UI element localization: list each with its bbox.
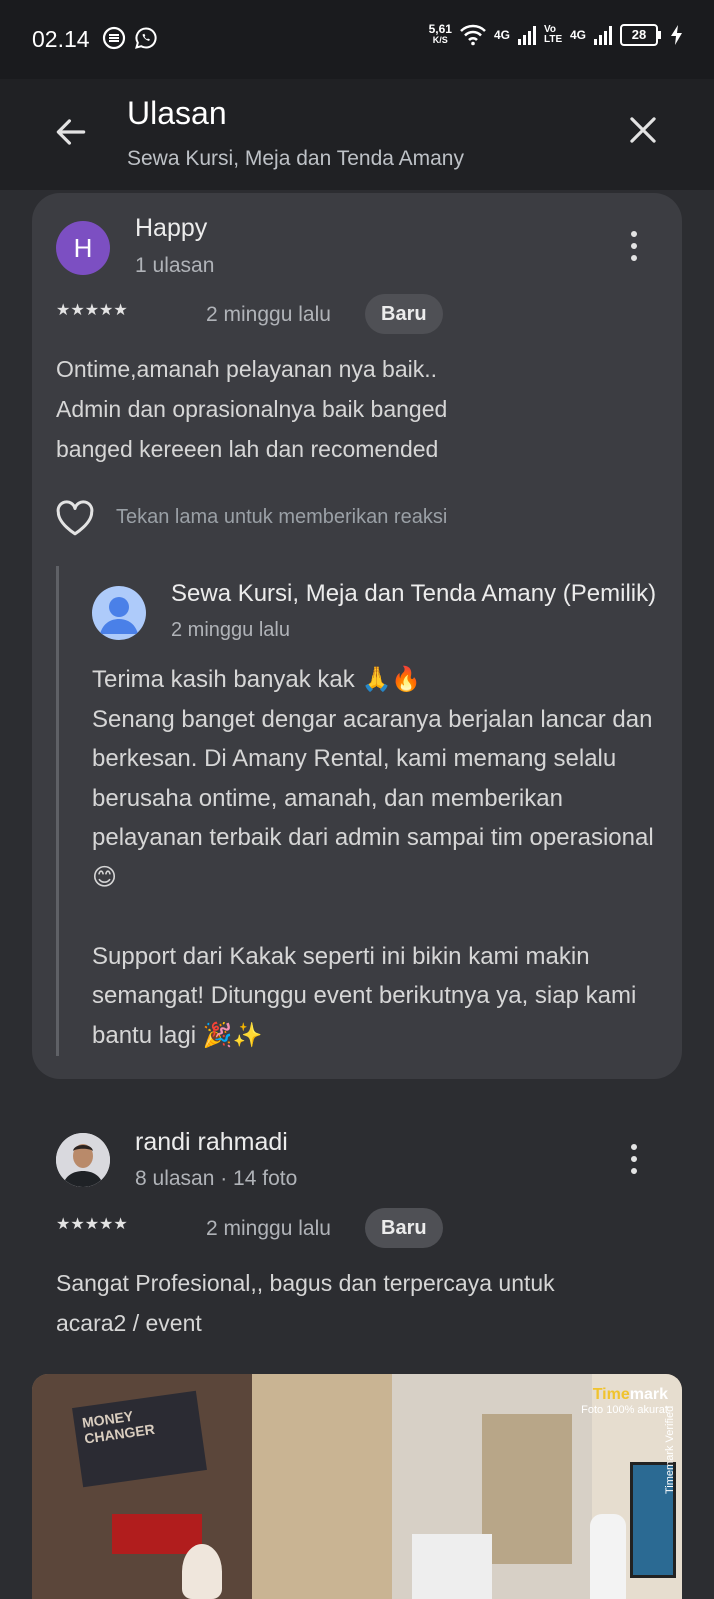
page-subtitle: Sewa Kursi, Meja dan Tenda Amany (127, 147, 464, 170)
charging-icon (671, 25, 682, 45)
status-icons: 5,61 K/S 4G Vo LTE 4G 28 (428, 22, 684, 46)
signal-2-label: 4G (569, 28, 586, 42)
signal-2-icon (594, 25, 612, 45)
photo-flowers (182, 1544, 222, 1599)
net-speed-unit: K/S (432, 35, 448, 45)
signal-1-icon (517, 25, 536, 45)
page-title: Ulasan (127, 95, 227, 131)
person-icon (100, 597, 138, 634)
more-options-icon[interactable] (629, 231, 639, 267)
star-rating: ★★★★★ (56, 302, 128, 319)
star-rating: ★★★★★ (56, 1216, 128, 1233)
review-author-meta: 1 ulasan (135, 254, 215, 277)
app-bar: Ulasan Sewa Kursi, Meja dan Tenda Amany (0, 79, 714, 190)
timemark-stamp: Timemark Foto 100% akurat (581, 1386, 668, 1416)
owner-avatar (92, 586, 146, 640)
review-author[interactable]: Happy (135, 214, 207, 243)
photo-decor-panel (482, 1414, 572, 1564)
back-arrow-icon[interactable] (52, 113, 90, 151)
photo-counter (412, 1534, 492, 1599)
heart-icon[interactable] (55, 499, 95, 537)
owner-reply-divider (56, 566, 59, 1056)
timemark-subtext: Foto 100% akurat (581, 1404, 668, 1416)
review-age: 2 minggu lalu (206, 1217, 331, 1240)
owner-reply-text: Terima kasih banyak kak 🙏🔥 Senang banget… (92, 666, 654, 1049)
new-badge: Baru (365, 294, 443, 334)
signal-1-label: 4G (493, 28, 510, 42)
whatsapp-icon (135, 27, 157, 49)
wifi-icon (460, 24, 486, 46)
review-text: Sangat Profesional,, bagus dan terpercay… (56, 1270, 555, 1336)
battery-icon: 28 (620, 24, 661, 46)
status-bar: 02.14 5,61 K/S 4G Vo LTE 4G 28 (0, 0, 714, 79)
photo-person (590, 1514, 626, 1599)
more-options-icon[interactable] (629, 1144, 639, 1180)
net-speed-value: 5,61 (428, 22, 452, 36)
clock: 02.14 (32, 26, 90, 52)
review-author-meta: 8 ulasan · 14 foto (135, 1167, 298, 1190)
avatar[interactable]: H (56, 221, 110, 275)
review-author[interactable]: randi rahmadi (135, 1128, 288, 1157)
profile-photo (56, 1133, 110, 1187)
timemark-brand-b: mark (629, 1386, 668, 1403)
reaction-hint[interactable]: Tekan lama untuk memberikan reaksi (116, 506, 447, 529)
timemark-verified: Timemark Verified (664, 1405, 676, 1494)
close-icon[interactable] (624, 111, 662, 149)
timemark-brand-a: Time (592, 1386, 630, 1403)
review-photo[interactable]: MONEY CHANGER Timemark Foto 100% akurat … (32, 1374, 682, 1599)
photo-wood-wall (252, 1374, 392, 1599)
review-text: Ontime,amanah pelayanan nya baik.. Admin… (56, 356, 448, 462)
net-speed: 5,61 K/S (428, 22, 452, 46)
review-age: 2 minggu lalu (206, 303, 331, 326)
owner-name: Sewa Kursi, Meja dan Tenda Amany (Pemili… (171, 580, 657, 607)
owner-reply-age: 2 minggu lalu (171, 619, 290, 641)
new-badge: Baru (365, 1208, 443, 1248)
e-circle-icon (102, 26, 126, 50)
photo-red-panel (112, 1514, 202, 1554)
avatar[interactable] (56, 1133, 110, 1187)
volte-label: Vo LTE (543, 24, 563, 45)
